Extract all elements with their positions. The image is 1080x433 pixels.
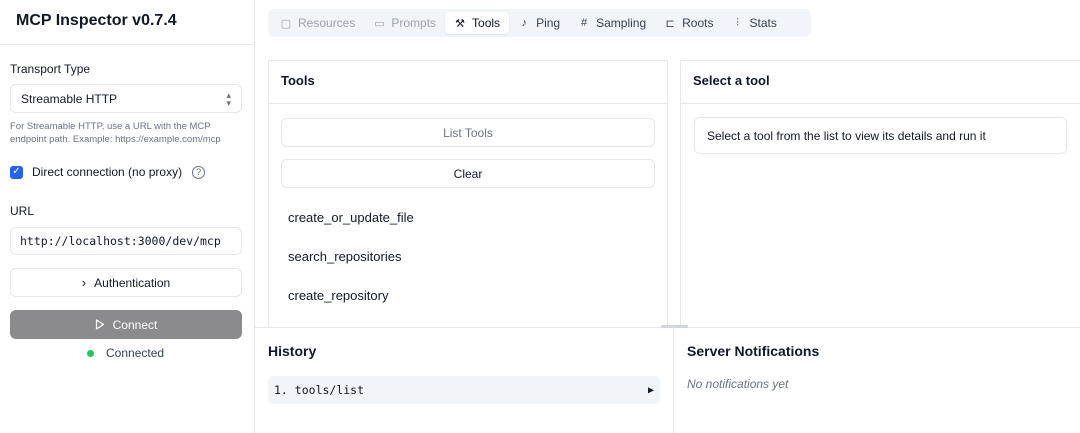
play-icon (95, 319, 104, 330)
transport-hint: For Streamable HTTP, use a URL with the … (10, 121, 221, 145)
play-triangle-icon[interactable]: ▶ (648, 385, 654, 396)
history-entry[interactable]: 1. tools/list ▶ (268, 376, 660, 404)
app-title: MCP Inspector v0.7.4 (16, 12, 177, 29)
tab-stats[interactable]: ⫶ Stats (722, 12, 785, 34)
transport-type-label: Transport Type (10, 62, 91, 76)
folder-tree-icon: ⊏ (665, 17, 675, 30)
tab-resources[interactable]: ▢ Resources (271, 12, 364, 34)
history-index: 1. (274, 383, 288, 397)
connect-label: Connect (112, 317, 158, 332)
sidebar-header: MCP Inspector v0.7.4 (0, 0, 254, 45)
direct-connection-checkbox[interactable]: ✓ (10, 165, 23, 179)
history-entry-text: 1. tools/list (274, 383, 364, 397)
sidebar: MCP Inspector v0.7.4 Transport Type Stre… (0, 0, 255, 433)
status-dot (87, 349, 94, 357)
authentication-label: Authentication (94, 275, 171, 290)
connect-button[interactable]: Connect (10, 310, 242, 339)
chevron-up-down-icon: ▴ ▾ (226, 89, 231, 108)
url-label: URL (10, 204, 35, 218)
tool-detail-title: Select a tool (681, 61, 1080, 104)
clear-button[interactable]: Clear (281, 159, 655, 188)
hash-icon: # (581, 17, 588, 29)
tab-roots[interactable]: ⊏ Roots (655, 12, 722, 34)
tab-label: Ping (536, 16, 561, 30)
tab-label: Resources (298, 16, 356, 30)
bar-chart-icon: ⫶ (736, 16, 739, 29)
tab-label: Tools (472, 16, 501, 30)
tools-panel: Tools List Tools Clear create_or_update_… (268, 60, 668, 328)
history-method: tools/list (294, 383, 365, 397)
tool-item[interactable]: create_or_update_file (288, 210, 414, 225)
tool-item[interactable]: create_repository (288, 288, 388, 303)
connection-status: Connected (87, 346, 164, 360)
chevron-right-icon: › (81, 275, 87, 290)
transport-type-value: Streamable HTTP (21, 91, 118, 106)
transport-type-select[interactable]: Streamable HTTP ▴ ▾ (10, 84, 242, 113)
help-circle-icon[interactable]: ? (192, 165, 206, 179)
tab-label: Prompts (391, 16, 437, 30)
tool-detail-panel: Select a tool Select a tool from the lis… (680, 60, 1080, 328)
tab-tools[interactable]: ⚒ Tools (445, 12, 510, 34)
direct-connection-label: Direct connection (no proxy) (32, 165, 183, 179)
main-tabs: ▢ Resources ▭ Prompts ⚒ Tools ♪ Ping # S… (268, 9, 811, 37)
resize-handle[interactable] (661, 325, 688, 328)
bottom-vertical-divider (673, 327, 674, 433)
url-input[interactable] (10, 227, 242, 255)
tab-label: Roots (682, 16, 714, 30)
tab-prompts[interactable]: ▭ Prompts (364, 12, 445, 34)
tool-detail-message: Select a tool from the list to view its … (694, 117, 1067, 154)
authentication-button[interactable]: › Authentication (10, 268, 242, 297)
app-root: MCP Inspector v0.7.4 Transport Type Stre… (0, 0, 1080, 433)
resources-icon: ▢ (280, 17, 292, 30)
hammer-icon: ⚒ (455, 17, 465, 30)
tab-label: Sampling (596, 16, 647, 30)
tab-sampling[interactable]: # Sampling (569, 12, 655, 34)
direct-connection-row: ✓ Direct connection (no proxy) ? (10, 165, 206, 179)
tool-item[interactable]: search_repositories (288, 249, 401, 264)
notifications-title: Server Notifications (687, 343, 820, 359)
bell-icon: ♪ (521, 17, 527, 29)
tab-ping[interactable]: ♪ Ping (509, 12, 569, 34)
tools-panel-title: Tools (269, 61, 667, 104)
tab-label: Stats (749, 16, 777, 30)
prompts-icon: ▭ (374, 17, 385, 30)
history-title: History (268, 343, 317, 359)
notifications-empty: No notifications yet (687, 377, 789, 391)
list-tools-button[interactable]: List Tools (281, 118, 655, 147)
status-text: Connected (106, 346, 165, 360)
